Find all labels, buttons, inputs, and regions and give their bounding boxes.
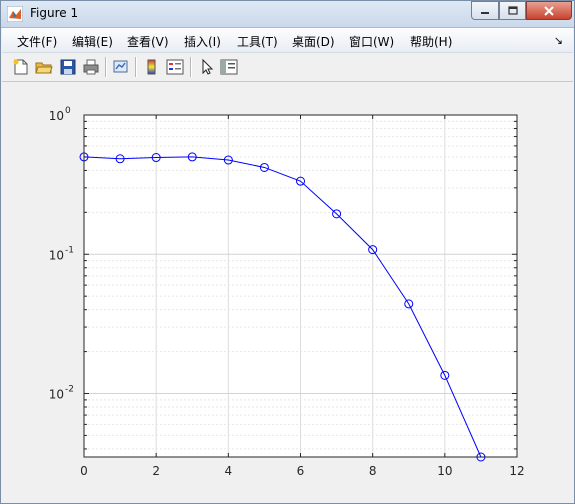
menu-desktop[interactable]: 桌面(D) (292, 33, 335, 50)
insert-legend-icon[interactable] (166, 58, 184, 76)
menu-bar: 文件(F) 编辑(E) 查看(V) 插入(I) 工具(T) 桌面(D) 窗口(W… (2, 28, 573, 53)
y-tick-exponent: 0 (65, 106, 71, 116)
plot-svg: 0 2 4 6 8 10 12 10 010 -110 -2 (49, 106, 525, 478)
x-tick-label: 0 (80, 464, 88, 478)
toolbar-separator (105, 57, 107, 77)
maximize-button[interactable] (499, 1, 526, 20)
link-plot-icon[interactable] (112, 58, 130, 76)
x-tick-label: 2 (152, 464, 160, 478)
edit-plot-arrow-icon[interactable] (198, 58, 216, 76)
menu-view[interactable]: 查看(V) (127, 33, 169, 50)
y-tick-exponent: -2 (65, 385, 74, 395)
maximize-icon (507, 6, 518, 15)
menu-edit[interactable]: 编辑(E) (72, 33, 113, 50)
y-tick-label: 10 (49, 248, 64, 262)
menu-tools[interactable]: 工具(T) (237, 33, 278, 50)
menu-window[interactable]: 窗口(W) (349, 33, 394, 50)
close-button[interactable] (526, 1, 572, 20)
x-tick-label: 10 (437, 464, 452, 478)
window-title: Figure 1 (30, 6, 79, 20)
figure-canvas: 0 2 4 6 8 10 12 10 0 10 -1 10 -2 (2, 82, 573, 503)
new-figure-icon[interactable] (12, 58, 30, 76)
show-plot-tools-icon[interactable] (220, 58, 238, 76)
toolbar (2, 53, 573, 82)
save-icon[interactable] (59, 58, 77, 76)
insert-colorbar-icon[interactable] (143, 58, 161, 76)
minimize-icon (481, 11, 489, 14)
toolbar-separator (135, 57, 137, 77)
x-tick-label: 6 (297, 464, 305, 478)
x-tick-label: 12 (509, 464, 524, 478)
toolbar-separator (190, 57, 192, 77)
x-tick-label: 4 (225, 464, 233, 478)
menu-help[interactable]: 帮助(H) (410, 33, 452, 50)
menu-insert[interactable]: 插入(I) (184, 33, 221, 50)
dock-arrow-icon[interactable]: ↘ (554, 34, 563, 47)
minimize-button[interactable] (471, 1, 499, 20)
print-icon[interactable] (82, 58, 100, 76)
y-tick-label: 10 (49, 388, 64, 402)
x-tick-label: 8 (369, 464, 377, 478)
matlab-logo-icon (7, 6, 23, 22)
figure-window: Figure 1 文件(F) 编辑(E) 查看(V) 插入(I) 工具(T) 桌… (0, 0, 575, 504)
menu-file[interactable]: 文件(F) (17, 33, 57, 50)
y-tick-exponent: -1 (65, 245, 74, 255)
close-icon (544, 5, 554, 16)
open-file-icon[interactable] (35, 58, 53, 76)
title-bar[interactable]: Figure 1 (1, 1, 574, 28)
y-tick-label: 10 (49, 109, 64, 123)
